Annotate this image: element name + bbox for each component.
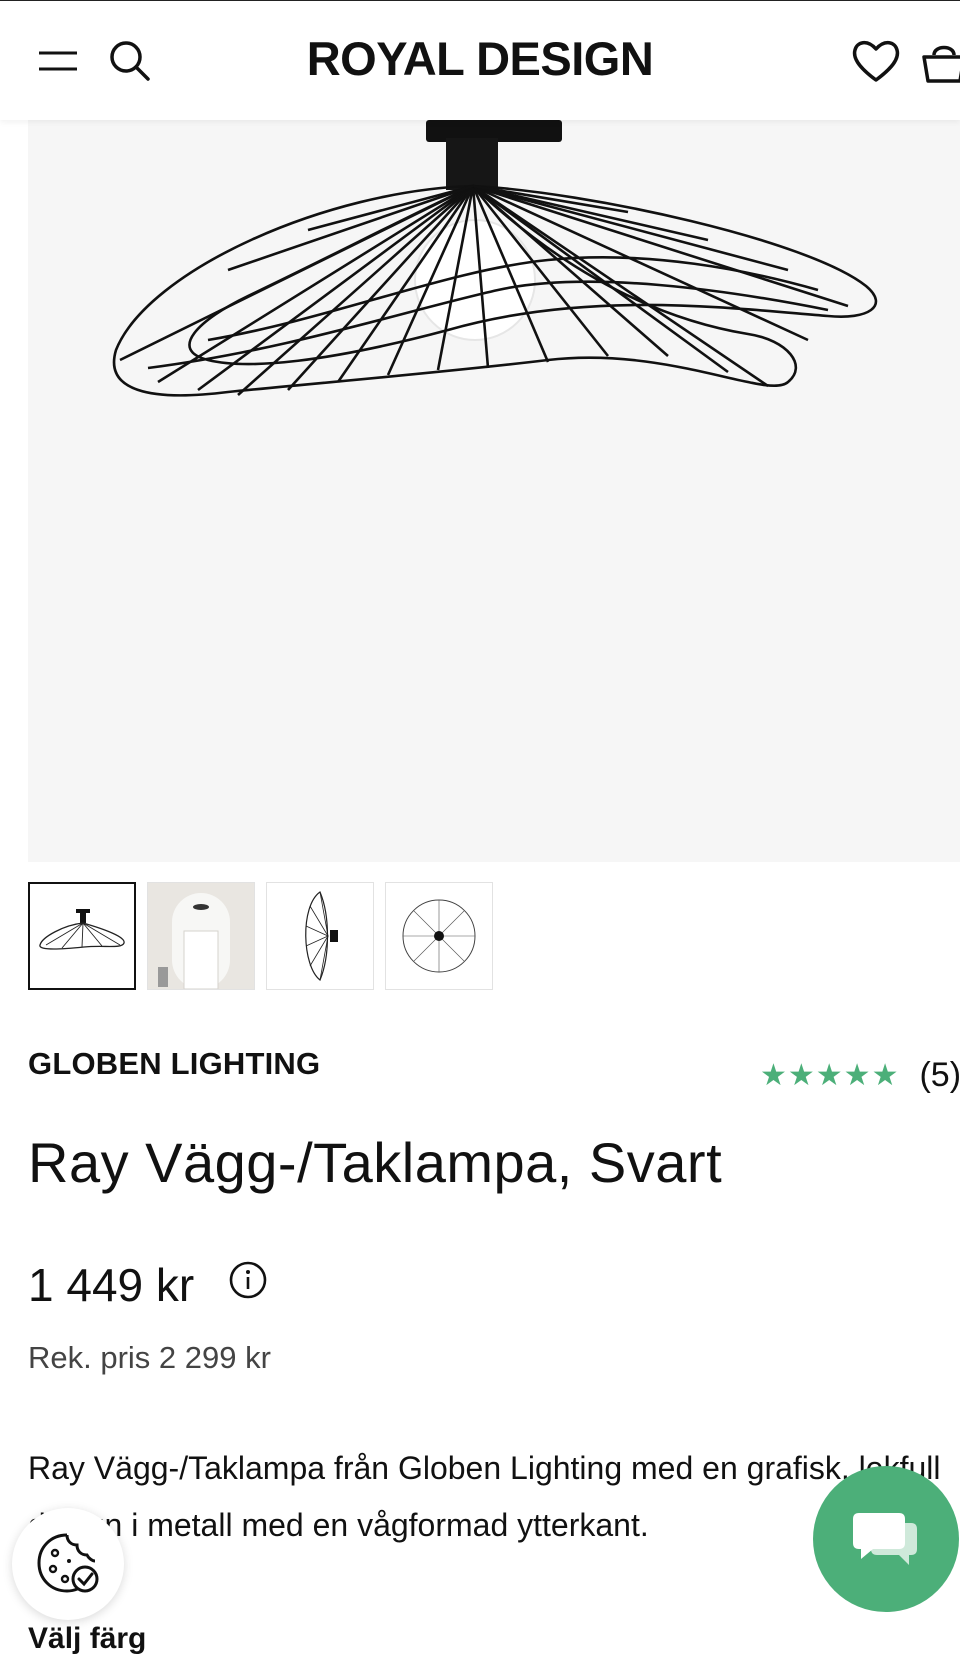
- site-header: ROYAL DESIGN: [0, 0, 960, 120]
- thumbnail-1[interactable]: [28, 882, 136, 990]
- site-logo[interactable]: ROYAL DESIGN: [0, 31, 960, 86]
- thumbnail-4[interactable]: [385, 882, 493, 990]
- review-count: (5): [919, 1056, 960, 1094]
- thumbnail-3[interactable]: [266, 882, 374, 990]
- lamp-illustration: [112, 120, 878, 397]
- chat-icon: [853, 1513, 917, 1565]
- cookie-settings-button[interactable]: [12, 1508, 124, 1620]
- product-rating[interactable]: ★★★★★ (5): [760, 1056, 960, 1095]
- thumbnail-strip: [28, 882, 493, 990]
- chat-button[interactable]: [813, 1466, 959, 1612]
- product-image[interactable]: [28, 120, 960, 862]
- cart-icon[interactable]: [918, 35, 960, 87]
- choose-color-label: Välj färg: [28, 1622, 147, 1655]
- product-title: Ray Vägg-/Taklampa, Svart: [28, 1131, 723, 1194]
- cookie-icon: [37, 1533, 99, 1593]
- recommended-price: Rek. pris 2 299 kr: [28, 1340, 271, 1375]
- thumbnail-2[interactable]: [147, 882, 255, 990]
- star-rating-icon: ★★★★★: [760, 1059, 900, 1092]
- product-price: 1 449 kr: [28, 1259, 195, 1311]
- brand-name[interactable]: GLOBEN LIGHTING: [28, 1046, 320, 1082]
- heart-icon[interactable]: [850, 35, 902, 87]
- info-icon[interactable]: [228, 1260, 268, 1300]
